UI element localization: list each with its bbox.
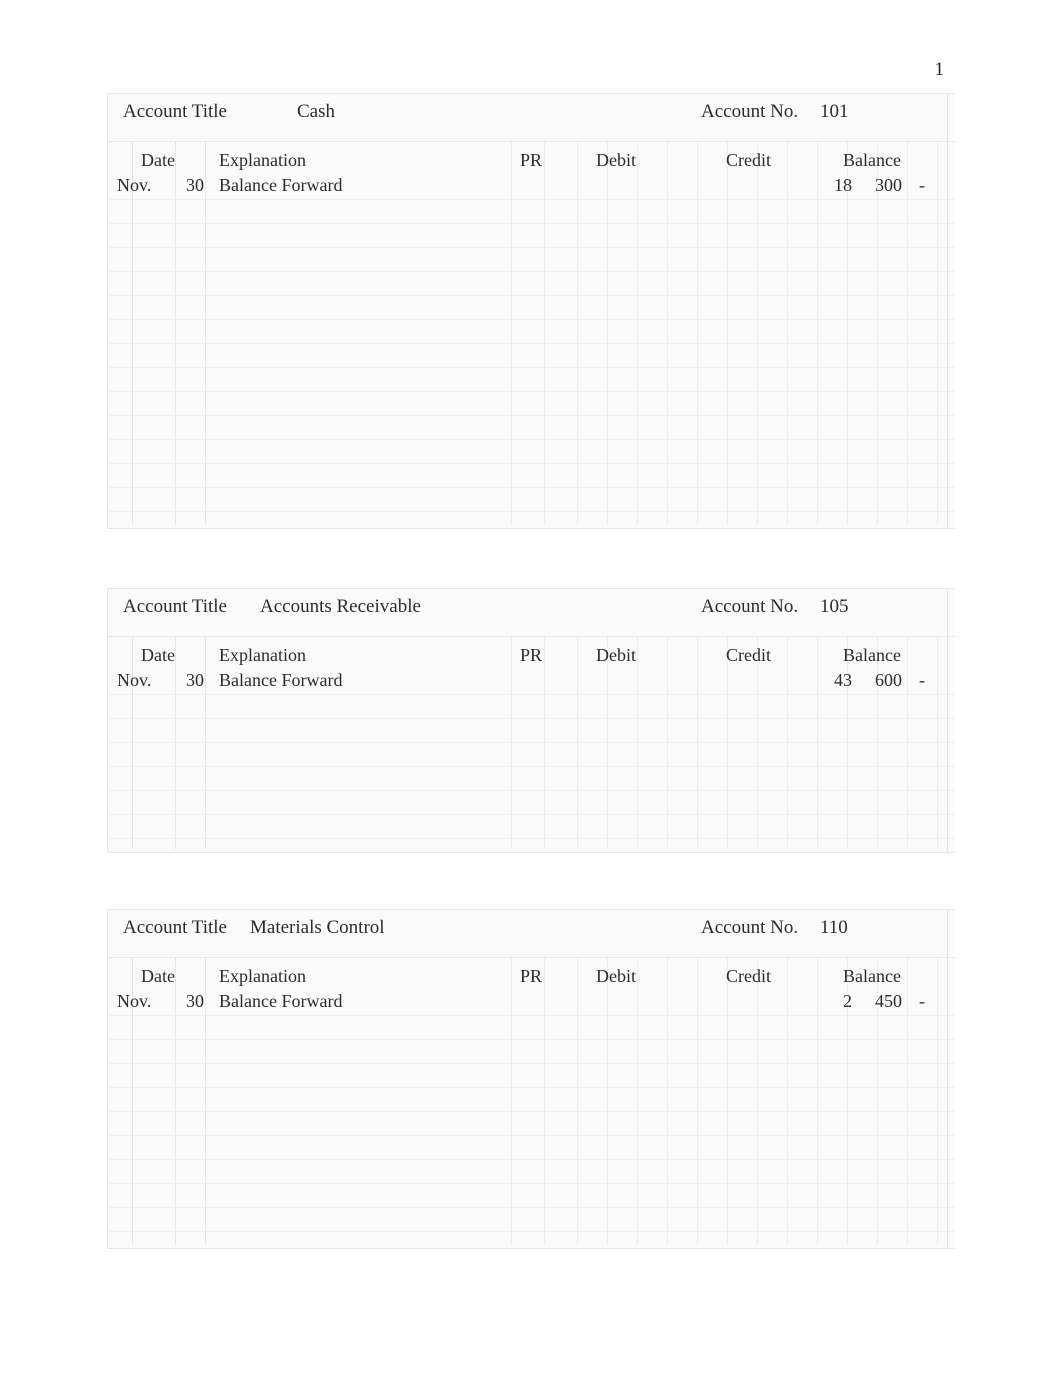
- column-header-debit: Debit: [596, 966, 636, 986]
- column-header-explanation: Explanation: [219, 645, 306, 665]
- ledger-title-row: Account Title Cash Account No. 101: [107, 93, 955, 135]
- column-header-credit: Credit: [726, 645, 771, 665]
- entry-balance-thousands: 43: [834, 670, 852, 690]
- page-number: 1: [934, 59, 945, 80]
- account-title-value: Cash: [297, 101, 335, 122]
- entry-date-day: 30: [186, 670, 204, 690]
- ledger-block-accounts-receivable: Account Title Accounts Receivable Accoun…: [107, 588, 955, 853]
- entry-date-month: Nov.: [117, 991, 152, 1011]
- entry-date-day: 30: [186, 991, 204, 1011]
- account-no-value: 110: [820, 917, 848, 938]
- entry-balance-cents: -: [919, 175, 925, 195]
- column-header-date: Date: [141, 966, 175, 986]
- account-title-value: Accounts Receivable: [260, 596, 421, 617]
- column-header-date: Date: [141, 150, 175, 170]
- column-header-balance: Balance: [843, 150, 901, 170]
- entry-explanation: Balance Forward: [219, 175, 343, 195]
- entry-explanation: Balance Forward: [219, 670, 343, 690]
- ledger-title-row: Account Title Materials Control Account …: [107, 909, 955, 951]
- ledger-grid: [107, 909, 955, 1249]
- entry-date-month: Nov.: [117, 175, 152, 195]
- entry-explanation: Balance Forward: [219, 991, 343, 1011]
- account-no-value: 101: [820, 101, 849, 122]
- column-header-pr: PR: [520, 645, 543, 665]
- column-header-row: Date Explanation PR Debit Credit Balance: [107, 150, 955, 176]
- column-header-credit: Credit: [726, 150, 771, 170]
- entry-date-day: 30: [186, 175, 204, 195]
- account-no-label: Account No.: [701, 596, 799, 617]
- account-no-value: 105: [820, 596, 849, 617]
- column-header-balance: Balance: [843, 645, 901, 665]
- account-title-label: Account Title: [123, 101, 227, 122]
- entry-balance-thousands: 18: [834, 175, 852, 195]
- ledger-entry-row: Nov. 30 Balance Forward 18 300 -: [107, 175, 955, 201]
- ledger-block-cash: Account Title Cash Account No. 101 Date …: [107, 93, 955, 529]
- column-header-debit: Debit: [596, 150, 636, 170]
- ledger-title-row: Account Title Accounts Receivable Accoun…: [107, 588, 955, 630]
- column-header-explanation: Explanation: [219, 966, 306, 986]
- column-header-pr: PR: [520, 150, 543, 170]
- entry-balance-thousands: 2: [843, 991, 852, 1011]
- account-title-label: Account Title: [123, 917, 227, 938]
- ledger-block-materials-control: Account Title Materials Control Account …: [107, 909, 955, 1249]
- column-header-pr: PR: [520, 966, 543, 986]
- account-title-label: Account Title: [123, 596, 227, 617]
- column-header-explanation: Explanation: [219, 150, 306, 170]
- entry-date-month: Nov.: [117, 670, 152, 690]
- ledger-entry-row: Nov. 30 Balance Forward 2 450 -: [107, 991, 955, 1017]
- column-header-balance: Balance: [843, 966, 901, 986]
- column-header-debit: Debit: [596, 645, 636, 665]
- ledger-entry-row: Nov. 30 Balance Forward 43 600 -: [107, 670, 955, 696]
- account-no-label: Account No.: [701, 917, 799, 938]
- entry-balance-hundreds: 450: [875, 991, 902, 1011]
- entry-balance-hundreds: 300: [875, 175, 902, 195]
- entry-balance-hundreds: 600: [875, 670, 902, 690]
- column-header-row: Date Explanation PR Debit Credit Balance: [107, 966, 955, 992]
- entry-balance-cents: -: [919, 670, 925, 690]
- account-title-value: Materials Control: [250, 917, 385, 938]
- column-header-date: Date: [141, 645, 175, 665]
- column-header-row: Date Explanation PR Debit Credit Balance: [107, 645, 955, 671]
- entry-balance-cents: -: [919, 991, 925, 1011]
- column-header-credit: Credit: [726, 966, 771, 986]
- account-no-label: Account No.: [701, 101, 799, 122]
